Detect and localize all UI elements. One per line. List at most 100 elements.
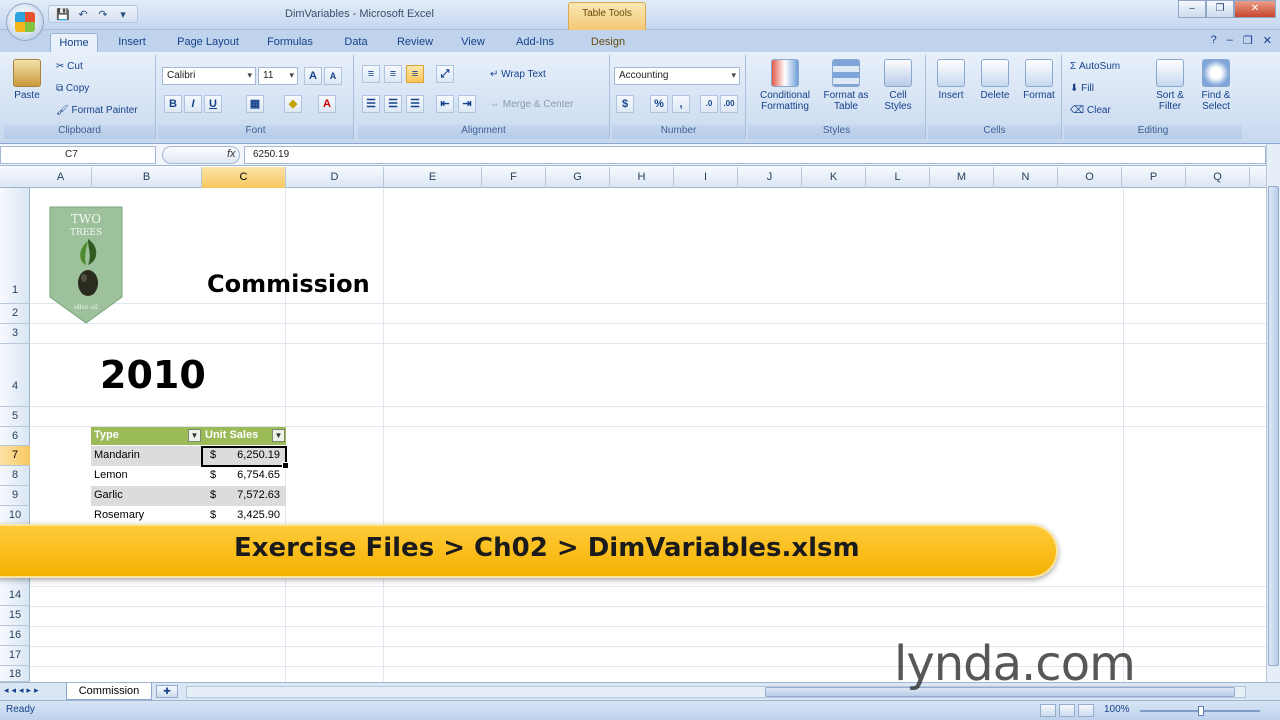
column-header-m[interactable]: M xyxy=(930,167,994,188)
tab-home[interactable]: Home xyxy=(50,33,98,52)
underline-button[interactable]: U xyxy=(204,95,222,113)
percent-button[interactable]: % xyxy=(650,95,668,113)
table-cell[interactable]: Garlic xyxy=(91,486,202,506)
tab-formulas[interactable]: Formulas xyxy=(260,33,320,52)
comma-button[interactable]: , xyxy=(672,95,690,113)
help-icon[interactable]: ? xyxy=(1211,34,1217,47)
sort-filter-button[interactable]: Sort & Filter xyxy=(1148,59,1192,112)
borders-icon[interactable]: ▦ xyxy=(246,95,264,113)
shrink-font-button[interactable]: A xyxy=(324,67,342,85)
row-header[interactable]: 16 xyxy=(0,626,30,646)
row-header[interactable]: 9 xyxy=(0,486,30,506)
row-header[interactable]: 1 xyxy=(0,188,30,304)
column-header-n[interactable]: N xyxy=(994,167,1058,188)
customize-qat-icon[interactable]: ▾ xyxy=(115,7,131,21)
column-header-q[interactable]: Q xyxy=(1186,167,1250,188)
clear-button[interactable]: ⌫ Clear xyxy=(1070,105,1111,116)
close-workbook-icon[interactable]: ✕ xyxy=(1263,34,1272,47)
table-cell[interactable]: $7,572.63 xyxy=(202,486,286,506)
find-select-button[interactable]: Find & Select xyxy=(1194,59,1238,112)
align-right-icon[interactable]: ☰ xyxy=(406,95,424,113)
column-header-h[interactable]: H xyxy=(610,167,674,188)
column-header-e[interactable]: E xyxy=(384,167,482,188)
paste-button[interactable]: Paste xyxy=(10,59,44,101)
currency-button[interactable]: $ xyxy=(616,95,634,113)
table-cell[interactable]: $3,425.90 xyxy=(202,506,286,526)
active-cell-c7[interactable] xyxy=(201,446,289,469)
close-button[interactable]: ✕ xyxy=(1234,0,1276,18)
tab-insert[interactable]: Insert xyxy=(110,33,154,52)
tab-design[interactable]: Design xyxy=(578,33,638,52)
column-header-o[interactable]: O xyxy=(1058,167,1122,188)
column-header-j[interactable]: J xyxy=(738,167,802,188)
cut-button[interactable]: ✂ Cut xyxy=(56,61,83,72)
row-header[interactable]: 10 xyxy=(0,506,30,526)
align-left-icon[interactable]: ☰ xyxy=(362,95,380,113)
column-header-d[interactable]: D xyxy=(286,167,384,188)
autosum-button[interactable]: Σ AutoSum xyxy=(1070,61,1120,72)
undo-icon[interactable]: ↶ xyxy=(75,7,91,21)
decrease-indent-icon[interactable]: ⇤ xyxy=(436,95,454,113)
tab-page-layout[interactable]: Page Layout xyxy=(170,33,246,52)
table-header-type[interactable]: Type ▼ xyxy=(91,427,202,445)
cell-styles-button[interactable]: Cell Styles xyxy=(876,59,920,112)
row-header[interactable]: 8 xyxy=(0,466,30,486)
align-middle-icon[interactable]: ≡ xyxy=(384,65,402,83)
table-cell[interactable]: $6,754.65 xyxy=(202,466,286,486)
column-header-i[interactable]: I xyxy=(674,167,738,188)
column-header-p[interactable]: P xyxy=(1122,167,1186,188)
zoom-slider[interactable] xyxy=(1140,706,1260,716)
column-header-k[interactable]: K xyxy=(802,167,866,188)
italic-button[interactable]: I xyxy=(184,95,202,113)
grow-font-button[interactable]: A xyxy=(304,67,322,85)
row-header[interactable]: 7 xyxy=(0,446,30,466)
zoom-slider-knob[interactable] xyxy=(1198,706,1204,716)
row-header[interactable]: 5 xyxy=(0,407,30,427)
tab-review[interactable]: Review xyxy=(390,33,440,52)
column-header-l[interactable]: L xyxy=(866,167,930,188)
ribbon-minimize-icon[interactable]: – xyxy=(1227,34,1233,47)
row-header[interactable]: 18 xyxy=(0,666,30,682)
table-cell[interactable]: Rosemary xyxy=(91,506,202,526)
tab-add-ins[interactable]: Add-Ins xyxy=(506,33,564,52)
number-format-select[interactable]: Accounting xyxy=(614,67,740,85)
column-header-g[interactable]: G xyxy=(546,167,610,188)
filter-dropdown-icon[interactable]: ▼ xyxy=(188,429,201,442)
sheet-tab-commission[interactable]: Commission xyxy=(66,683,152,700)
sheet-nav-arrows-icon[interactable]: ◂◂◂▸▸ xyxy=(4,685,42,696)
table-header-unit-sales[interactable]: Unit Sales ▼ xyxy=(202,427,286,445)
column-header-a[interactable]: A xyxy=(30,167,92,188)
filter-dropdown-icon[interactable]: ▼ xyxy=(272,429,285,442)
fill-button[interactable]: ⬇ Fill xyxy=(1070,83,1094,94)
format-cells-button[interactable]: Format xyxy=(1018,59,1060,101)
office-button[interactable] xyxy=(6,3,44,41)
save-icon[interactable]: 💾 xyxy=(55,7,71,21)
insert-sheet-icon[interactable]: ✚ xyxy=(156,685,178,698)
row-header[interactable]: 15 xyxy=(0,606,30,626)
merge-center-button[interactable]: ⇔ Merge & Center xyxy=(490,99,573,110)
row-header[interactable]: 6 xyxy=(0,427,30,446)
copy-button[interactable]: ⧉ Copy xyxy=(56,83,89,94)
page-break-view-icon[interactable] xyxy=(1078,704,1094,717)
row-header[interactable]: 17 xyxy=(0,646,30,666)
font-name-select[interactable]: Calibri xyxy=(162,67,256,85)
orientation-icon[interactable]: ⤢ xyxy=(436,65,454,83)
normal-view-icon[interactable] xyxy=(1040,704,1056,717)
insert-cells-button[interactable]: Insert xyxy=(930,59,972,101)
vertical-scrollbar[interactable] xyxy=(1266,144,1280,682)
font-size-select[interactable]: 11 xyxy=(258,67,298,85)
column-header-f[interactable]: F xyxy=(482,167,546,188)
column-header-b[interactable]: B xyxy=(92,167,202,188)
insert-function-button[interactable]: fx xyxy=(162,146,240,164)
bold-button[interactable]: B xyxy=(164,95,182,113)
delete-cells-button[interactable]: Delete xyxy=(974,59,1016,101)
row-header[interactable]: 2 xyxy=(0,304,30,324)
row-header[interactable]: 3 xyxy=(0,324,30,344)
row-header[interactable]: 14 xyxy=(0,586,30,606)
decrease-decimal-icon[interactable]: .00 xyxy=(720,95,738,113)
format-painter-button[interactable]: 🖌 Format Painter xyxy=(56,105,138,116)
zoom-level[interactable]: 100% xyxy=(1104,704,1130,715)
align-center-icon[interactable]: ☰ xyxy=(384,95,402,113)
minimize-button[interactable]: – xyxy=(1178,0,1206,18)
name-box[interactable]: C7 xyxy=(0,146,156,164)
